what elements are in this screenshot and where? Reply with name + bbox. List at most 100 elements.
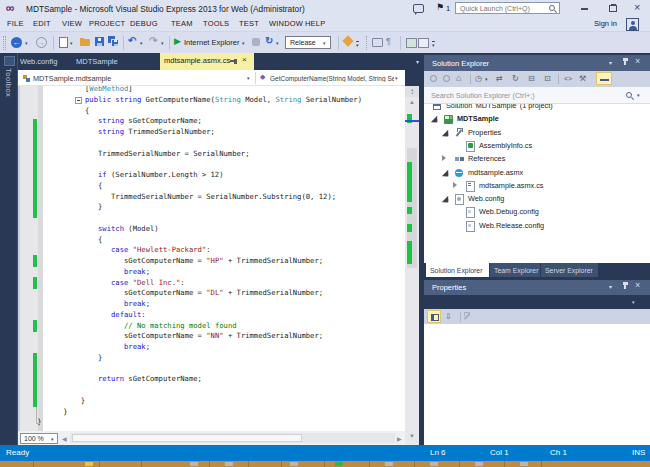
taskbar-app-icon[interactable] [225,462,233,466]
solution-explorer-search[interactable]: Search Solution Explorer (Ctrl+;) ▾ [424,87,650,104]
browser-refresh-icon[interactable]: ↻ [265,35,273,46]
tree-item-solution-mdtsample-1-project-[interactable]: Solution 'MDTSample' (1 project) [424,104,650,112]
tree-item-properties[interactable]: Properties [424,126,650,139]
se-preview-selected-button[interactable] [596,72,612,85]
panel-tab-solution-explorer[interactable]: Solution Explorer [426,263,489,277]
scroll-up-icon[interactable]: ▲ [405,99,419,105]
browser-target-dropdown[interactable]: ▾ [242,40,245,46]
se-view-code-icon[interactable]: <> [564,75,572,82]
panel-tab-team-explorer[interactable]: Team Explorer [490,263,540,277]
se-sync-icon[interactable]: ⇄ [496,74,503,83]
taskbar-app-icon[interactable] [430,462,438,466]
taskbar-app-icon[interactable] [190,462,198,466]
sign-in-avatar-icon[interactable] [626,18,639,31]
navigate-symbol-icon[interactable]: ¶ [386,36,391,46]
menu-item-edit[interactable]: EDIT [33,19,51,29]
close-panel-icon[interactable]: × [635,56,640,66]
menu-item-team[interactable]: TEAM [171,19,193,29]
properties-alphabetical-button[interactable]: ⇩ [445,312,452,321]
breadcrumb-type-dropdown[interactable]: MDTSample.mdtsample [33,74,111,83]
window-position-dropdown[interactable]: ▾ [609,59,612,66]
comment-icon[interactable] [406,38,417,48]
taskbar-app-icon[interactable] [520,462,528,466]
tree-item-assemblyinfo-cs[interactable]: AssemblyInfo.cs [424,139,650,152]
close-button[interactable]: × [634,2,640,13]
properties-close-icon[interactable]: × [635,280,640,290]
tab-web-config[interactable]: Web.config [20,55,57,68]
toolbar-options-dropdown-2[interactable]: ▾ [432,41,435,48]
expanded-arrow-icon[interactable] [442,196,448,202]
menu-item-window[interactable]: WINDOW [269,19,303,29]
minimize-button[interactable] [581,8,588,10]
menu-item-view[interactable]: VIEW [62,19,82,29]
tree-item-web-release-config[interactable]: Web.Release.config [424,219,650,232]
tree-item-mdtsample[interactable]: MDTSample [424,112,650,125]
quick-launch-input[interactable]: Quick Launch (Ctrl+Q) [455,2,560,14]
properties-position-dropdown[interactable]: ▾ [609,283,612,290]
hscroll-left-icon[interactable]: ◀ [62,435,67,442]
se-properties-icon[interactable]: ⊡ [544,74,551,83]
configuration-select[interactable]: Release ▾ [285,36,331,49]
solution-explorer-title-bar[interactable]: Solution Explorer ▾ × [424,55,650,71]
browser-link-icon[interactable] [252,38,260,46]
tree-item-mdtsample-asmx-cs[interactable]: mdtsample.asmx.cs [424,179,650,192]
hscroll-track[interactable] [70,433,395,443]
se-collapse-all-icon[interactable]: ⊟ [528,74,535,83]
se-back-icon[interactable] [430,75,437,82]
notifications-flag-icon[interactable]: ⚑ [436,2,444,12]
fold-collapse-icon[interactable] [75,97,82,104]
browser-refresh-dropdown[interactable]: ▾ [276,40,279,46]
expanded-arrow-icon[interactable] [431,116,437,122]
redo-dropdown[interactable]: ▾ [161,40,164,46]
breadcrumb-member-arrow[interactable]: ▾ [395,75,398,81]
new-file-dropdown[interactable]: ▾ [70,40,73,46]
open-folder-icon[interactable] [80,39,90,46]
se-pending-changes-filter-icon[interactable]: ◷ [475,74,482,83]
redo-icon[interactable]: ↷ [149,35,157,46]
menu-item-project[interactable]: PROJECT [89,19,125,29]
menu-item-debug[interactable]: DEBUG [130,19,158,29]
menu-item-tools[interactable]: TOOLS [203,19,229,29]
taskbar-app-icon[interactable] [335,462,343,466]
navigate-back-dropdown[interactable]: ▾ [25,40,28,46]
attach-icon[interactable] [342,35,353,46]
navigate-forward-icon[interactable]: → [36,37,47,48]
se-search-dropdown[interactable]: ▾ [637,92,640,98]
expanded-arrow-icon[interactable] [442,129,448,135]
zoom-select[interactable]: 100 % ▾ [20,433,58,444]
tree-item-references[interactable]: References [424,152,650,165]
code-editor[interactable]: [WebMethod]public string GetComputerName… [18,86,405,431]
find-in-files-icon[interactable] [372,38,383,47]
panel-tab-server-explorer[interactable]: Server Explorer [541,263,598,277]
editor-vscrollbar[interactable]: ↕ ▲ ▼ [405,86,419,445]
taskbar-app-icon[interactable] [475,462,483,466]
menu-item-file[interactable]: FILE [7,19,24,29]
breadcrumb-type-arrow[interactable]: ▾ [247,75,250,81]
undo-dropdown[interactable]: ▾ [140,40,143,46]
hscroll-right-icon[interactable]: ▶ [397,435,402,442]
save-icon[interactable] [95,37,104,46]
se-filter-dropdown[interactable]: ▾ [485,76,488,82]
tree-item-web-config[interactable]: Web.config [424,192,650,205]
browser-target-label[interactable]: Internet Explorer [184,38,239,48]
start-debug-icon[interactable]: ▶ [174,36,181,46]
menu-item-help[interactable]: HELP [305,19,325,29]
taskbar-app-icon[interactable] [290,462,298,466]
breadcrumb-member-dropdown[interactable]: GetComputerName(String Model, String Ser… [270,75,394,82]
scroll-down-icon[interactable]: ▼ [405,433,419,439]
expanded-arrow-icon[interactable] [442,169,448,175]
tree-item-mdtsample-asmx[interactable]: mdtsample.asmx [424,166,650,179]
properties-title-bar[interactable]: Properties ▾ × [424,280,650,295]
collapsed-arrow-icon[interactable] [453,182,457,188]
tab-close-icon[interactable]: × [242,55,247,64]
restore-button[interactable] [609,5,617,12]
toolbox-tab-label[interactable]: Toolbox [4,68,13,97]
uncomment-icon[interactable] [418,38,429,48]
tab-mdtsample[interactable]: MDTSample [76,55,118,68]
taskbar-app-icon[interactable] [85,462,93,466]
se-home-icon[interactable]: ⌂ [456,74,461,83]
menu-item-test[interactable]: TEST [239,19,259,29]
windows-taskbar[interactable] [0,459,650,467]
tree-item-web-debug-config[interactable]: Web.Debug.config [424,205,650,218]
se-forward-icon[interactable] [443,75,450,82]
